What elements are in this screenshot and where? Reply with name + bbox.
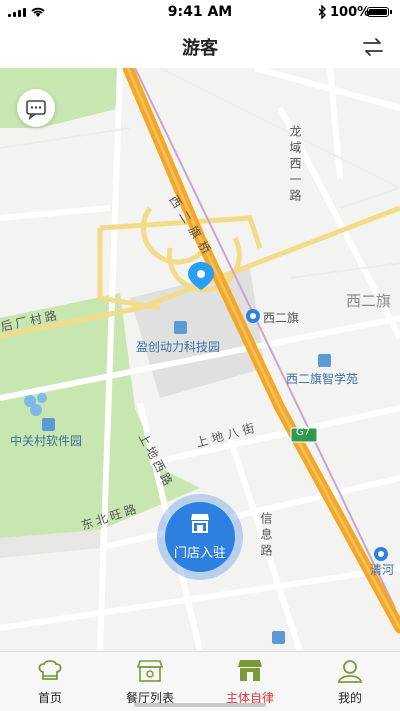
tab-profile[interactable]: 我的	[300, 652, 400, 711]
poi-building-icon	[174, 321, 187, 334]
poi-building-icon	[318, 354, 331, 367]
tab-profile-label: 我的	[337, 691, 362, 705]
store-register-label: 门店入驻	[173, 546, 226, 561]
battery-icon	[367, 7, 392, 17]
map-label-yingchuang: 盈创动力科技园	[136, 340, 221, 354]
map-label-xierqi-area: 西二旗	[346, 292, 392, 310]
status-bar: 9:41 AM 100%	[0, 0, 400, 26]
user-icon	[337, 660, 363, 683]
poi-building-icon	[42, 418, 55, 431]
map-label-xierqi-station: 西二旗	[263, 311, 300, 325]
bluetooth-icon	[318, 5, 326, 19]
nav-bar: 游客	[0, 26, 400, 68]
map-label-xinxi: 信息路	[259, 512, 273, 560]
store-icon	[238, 660, 262, 681]
map-label-g7: G7	[296, 427, 311, 438]
restaurant-icon	[136, 660, 164, 682]
store-icon	[191, 514, 209, 533]
home-indicator	[134, 703, 266, 707]
map-label-longyu: 龙域西一路	[288, 125, 302, 205]
battery-percent: 100%	[330, 5, 371, 20]
map-label-zhixue: 西二旗智学苑	[286, 372, 359, 386]
chat-bubble-icon	[26, 100, 46, 121]
poi-building-icon	[272, 631, 285, 644]
tab-bar: 首页 餐厅列表 主体自律 我的	[0, 651, 400, 711]
message-button[interactable]	[17, 89, 55, 127]
map-label-qinghe: 清河	[370, 563, 395, 577]
page-title: 游客	[182, 38, 218, 59]
switch-icon[interactable]	[360, 35, 386, 59]
map-label-zhongguancun: 中关村软件园	[10, 434, 83, 448]
store-register-button[interactable]: 门店入驻	[157, 494, 243, 580]
chef-hat-icon	[38, 660, 62, 680]
tab-home[interactable]: 首页	[0, 652, 100, 711]
tab-home-label: 首页	[37, 691, 62, 705]
